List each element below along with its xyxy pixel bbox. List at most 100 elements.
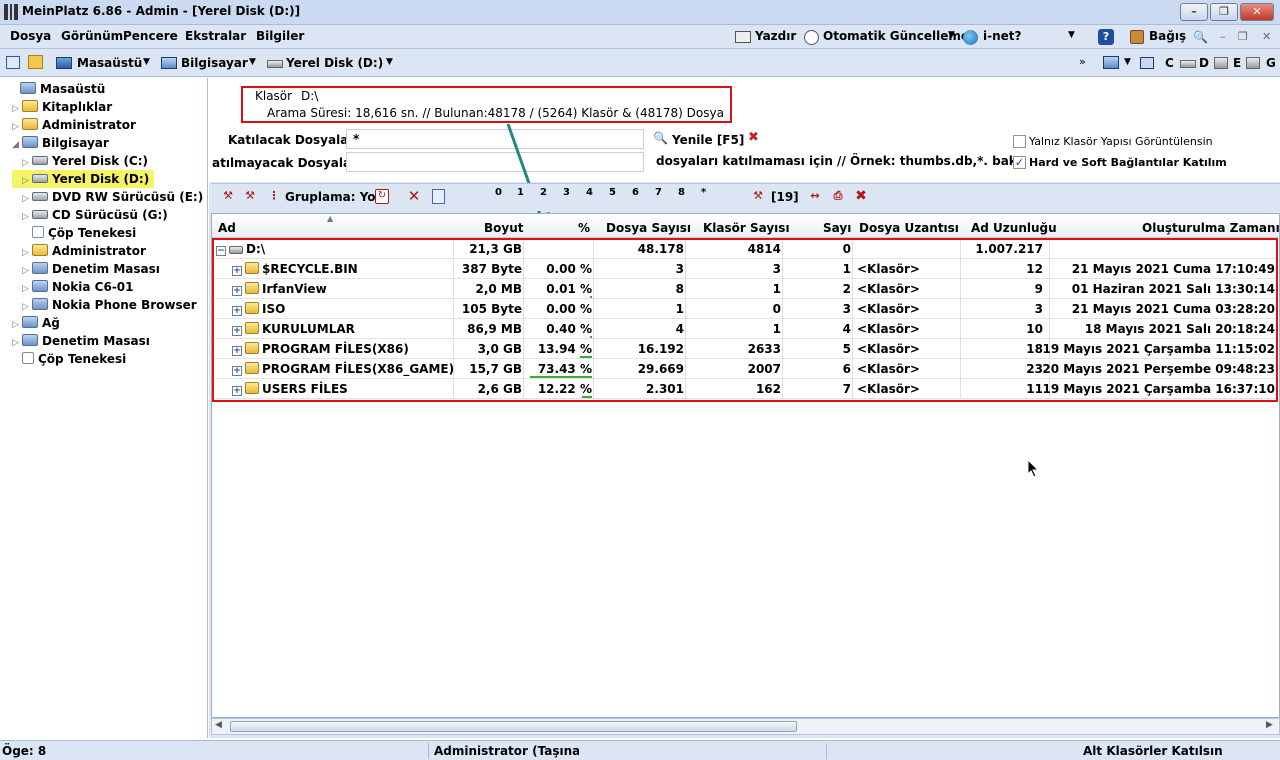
scroll-thumb[interactable] — [230, 721, 797, 732]
drive-e-label[interactable]: E — [1233, 56, 1241, 70]
tree-item[interactable]: ◢ Bilgisayar — [12, 134, 109, 152]
menu-dosya[interactable]: Dosya — [10, 29, 51, 43]
restore-mdi-icon[interactable]: ❐ — [1238, 30, 1248, 43]
drive-e-icon[interactable] — [1214, 57, 1228, 69]
drive-c-label[interactable]: C — [1165, 56, 1174, 70]
menu-gorunum[interactable]: Görünüm — [61, 29, 123, 43]
disk-crumb[interactable]: Yerel Disk (D:) — [286, 56, 383, 70]
menu-ekstralar[interactable]: Ekstralar — [185, 29, 246, 43]
minimize-button[interactable]: – — [1180, 3, 1208, 21]
tree-item[interactable]: Çöp Tenekesi — [12, 350, 126, 368]
donate-icon — [1130, 30, 1144, 44]
level-6[interactable]: 6 — [632, 187, 639, 198]
level-7[interactable]: 7 — [655, 187, 662, 198]
level-3[interactable]: 3 — [563, 187, 570, 198]
overflow-chevron-icon[interactable]: » — [1079, 55, 1086, 68]
col-created[interactable]: Oluşturulma Zamanı — [1142, 221, 1280, 235]
inet-button[interactable]: i-net? — [983, 29, 1021, 43]
chevron-down-icon[interactable]: ▼ — [948, 30, 955, 40]
folder-only-checkbox[interactable] — [1013, 135, 1026, 148]
tree-item[interactable]: ▷ Denetim Masası — [22, 260, 160, 278]
folder-icon — [22, 100, 38, 112]
help-icon[interactable]: ? — [1098, 29, 1114, 45]
level-4[interactable]: 4 — [586, 187, 593, 198]
col-file-count[interactable]: Dosya Sayısı — [606, 221, 691, 235]
grouping-refresh-icon[interactable]: ↻ — [375, 189, 389, 204]
col-number[interactable]: Sayı — [823, 221, 851, 235]
col-name-length[interactable]: Ad Uzunluğu — [971, 221, 1057, 235]
expand-icon[interactable]: ↔ — [808, 189, 822, 203]
refresh-icon[interactable]: 🔍 — [653, 131, 668, 145]
tree-item[interactable]: Çöp Tenekesi — [22, 224, 136, 242]
col-size[interactable]: Boyut — [484, 221, 524, 235]
print-button[interactable]: Yazdır — [755, 29, 796, 43]
scroll-left-icon[interactable]: ◀ — [215, 720, 222, 730]
drive-c-icon[interactable] — [1140, 57, 1154, 69]
tree-item[interactable]: ▷ Administrator — [12, 116, 136, 134]
tree-item[interactable]: ▷ Ağ — [12, 314, 60, 332]
level-5[interactable]: 5 — [609, 187, 616, 198]
menu-bilgiler[interactable]: Bilgiler — [256, 29, 304, 43]
tree-item[interactable]: ▷ Denetim Masası — [12, 332, 150, 350]
tree-item[interactable]: Masaüstü — [10, 80, 105, 98]
tree-item[interactable]: ▷ Nokia C6-01 — [22, 278, 134, 296]
close-mdi-icon[interactable]: ✕ — [1262, 30, 1271, 43]
chevron-down-icon[interactable]: ▼ — [1124, 57, 1131, 67]
col-extension[interactable]: Dosya Uzantısı — [859, 221, 959, 235]
delete-icon[interactable]: ✕ — [407, 189, 421, 204]
stop-icon[interactable]: ✖ — [748, 130, 759, 145]
close-button[interactable]: ✕ — [1240, 3, 1274, 21]
horizontal-scrollbar[interactable]: ◀ ▶ — [211, 718, 1280, 735]
clear-icon[interactable]: ✖ — [854, 189, 868, 203]
expand-arrow-icon[interactable]: ◢ — [12, 136, 22, 154]
include-files-input[interactable]: * — [346, 129, 644, 149]
chevron-down-icon[interactable]: ▼ — [249, 57, 256, 67]
col-percent[interactable]: % — [578, 221, 590, 235]
level-1[interactable]: 1 — [517, 187, 524, 198]
computer-crumb[interactable]: Bilgisayar — [181, 56, 248, 70]
chevron-down-icon[interactable]: ▼ — [143, 57, 150, 67]
tree-item[interactable]: ▷ Nokia Phone Browser — [22, 296, 197, 314]
up-folder-icon[interactable] — [28, 55, 43, 69]
panel-toggle-icon[interactable] — [6, 56, 20, 69]
drive-g-icon[interactable] — [1246, 57, 1260, 69]
exclude-files-input[interactable] — [346, 152, 644, 172]
drive-d-label[interactable]: D — [1199, 56, 1209, 70]
maximize-button[interactable]: ❐ — [1210, 3, 1238, 21]
links-checkbox[interactable]: ✓ — [1013, 156, 1026, 169]
col-folder-count[interactable]: Klasör Sayısı — [703, 221, 790, 235]
drive-g-label[interactable]: G — [1266, 56, 1276, 70]
status-divider — [428, 743, 429, 759]
window-title: MeinPlatz 6.86 - Admin - [Yerel Disk (D:… — [22, 4, 301, 18]
level-0[interactable]: 0 — [495, 187, 502, 198]
level-2[interactable]: 2 — [540, 187, 547, 198]
desktop-crumb[interactable]: Masaüstü — [77, 56, 142, 70]
printer-tool-icon[interactable]: ⎙ — [831, 189, 845, 203]
status-mode: Alt Klasörler Katılsın — [1083, 744, 1223, 758]
chevron-down-icon[interactable]: ▼ — [386, 57, 393, 67]
tree-item[interactable]: ▷ Administrator — [22, 242, 146, 260]
donate-button[interactable]: Bağış — [1149, 29, 1186, 43]
tree-item[interactable]: ▷ Yerel Disk (D:) — [12, 170, 154, 188]
tool-icon-1[interactable]: ⚒ — [221, 189, 235, 203]
network-drives-icon[interactable] — [1103, 56, 1119, 69]
menu-pencere[interactable]: Pencere — [123, 29, 178, 43]
refresh-button[interactable]: Yenile [F5] — [672, 133, 744, 147]
scroll-right-icon[interactable]: ▶ — [1266, 720, 1273, 730]
col-name[interactable]: Ad — [218, 221, 236, 235]
tree-item[interactable]: ▷ CD Sürücüsü (G:) — [22, 206, 168, 224]
tree-item[interactable]: ▷ Yerel Disk (C:) — [22, 152, 148, 170]
chevron-down-icon[interactable]: ▼ — [1068, 30, 1075, 40]
level-all[interactable]: * — [701, 187, 706, 198]
level-8[interactable]: 8 — [678, 187, 685, 198]
minimize-mdi-icon[interactable]: – — [1220, 30, 1226, 43]
drive-d-icon[interactable] — [1180, 60, 1196, 68]
recycle-icon[interactable] — [432, 189, 445, 204]
tree-item[interactable]: ▷ DVD RW Sürücüsü (E:) — [22, 188, 203, 206]
search-tool-icon[interactable]: 🔍 — [1193, 30, 1208, 44]
tool-icon-2[interactable]: ⚒ — [243, 189, 257, 203]
grouping-label[interactable]: Gruplama: Yol — [285, 190, 380, 204]
tree-item[interactable]: ▷ Kitaplıklar — [12, 98, 112, 116]
status-items: Öge: 8 — [2, 744, 47, 758]
grid-header: Ad ▲ Boyut % Dosya Sayısı Klasör Sayısı … — [212, 214, 1280, 238]
